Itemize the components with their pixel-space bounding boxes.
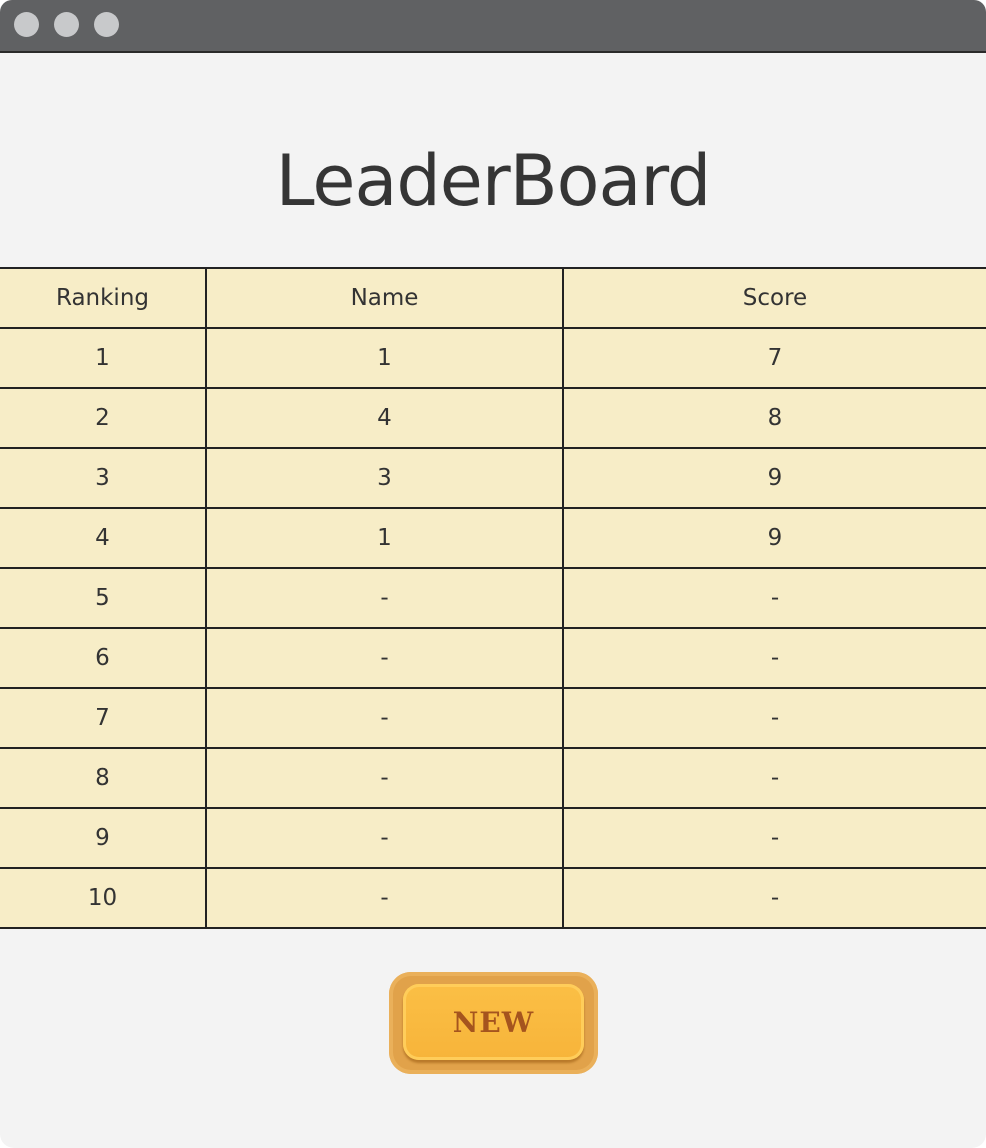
table-row: 7-- [0,687,986,749]
cell-score: - [562,807,986,869]
title-bar [0,0,986,53]
table-row: 6-- [0,627,986,689]
cell-score: - [562,567,986,629]
table-row: 248 [0,387,986,449]
cell-name: - [205,807,564,869]
cell-score: 9 [562,507,986,569]
cell-ranking: 4 [0,507,207,569]
cell-name: 3 [205,447,564,509]
table-row: 419 [0,507,986,569]
column-header-name: Name [205,267,564,329]
cell-ranking: 1 [0,327,207,389]
cell-score: 9 [562,447,986,509]
cell-ranking: 5 [0,567,207,629]
cell-score: - [562,687,986,749]
cell-name: 1 [205,327,564,389]
cell-name: 4 [205,387,564,449]
cell-ranking: 7 [0,687,207,749]
cell-ranking: 2 [0,387,207,449]
cell-ranking: 8 [0,747,207,809]
cell-name: - [205,627,564,689]
column-header-score: Score [562,267,986,329]
cell-name: - [205,567,564,629]
cell-ranking: 6 [0,627,207,689]
cell-score: 7 [562,327,986,389]
column-header-ranking: Ranking [0,267,207,329]
cell-ranking: 10 [0,867,207,929]
cell-name: - [205,687,564,749]
page-title: LeaderBoard [275,140,712,222]
cell-score: - [562,867,986,929]
table-row: 9-- [0,807,986,869]
cell-ranking: 9 [0,807,207,869]
leaderboard-table: Ranking Name Score 1172483394195--6--7--8-… [0,267,986,929]
table-row: 10- - [0,867,986,929]
cell-score: - [562,747,986,809]
app-window: LeaderBoard Ranking Name Score 11724833941… [0,0,986,1148]
table-header-row: Ranking Name Score [0,267,986,329]
new-button-label: NEW [403,984,584,1060]
table-row: 8-- [0,747,986,809]
cell-name: - [205,747,564,809]
table-row: 339 [0,447,986,509]
table-row: 117 [0,327,986,389]
cell-name: 1 [205,507,564,569]
cell-score: 8 [562,387,986,449]
cell-score: - [562,627,986,689]
minimize-window-button[interactable] [54,12,79,37]
table-row: 5-- [0,567,986,629]
close-window-button[interactable] [14,12,39,37]
cell-name: - [205,867,564,929]
cell-ranking: 3 [0,447,207,509]
new-game-button[interactable]: NEW [389,972,598,1074]
maximize-window-button[interactable] [94,12,119,37]
